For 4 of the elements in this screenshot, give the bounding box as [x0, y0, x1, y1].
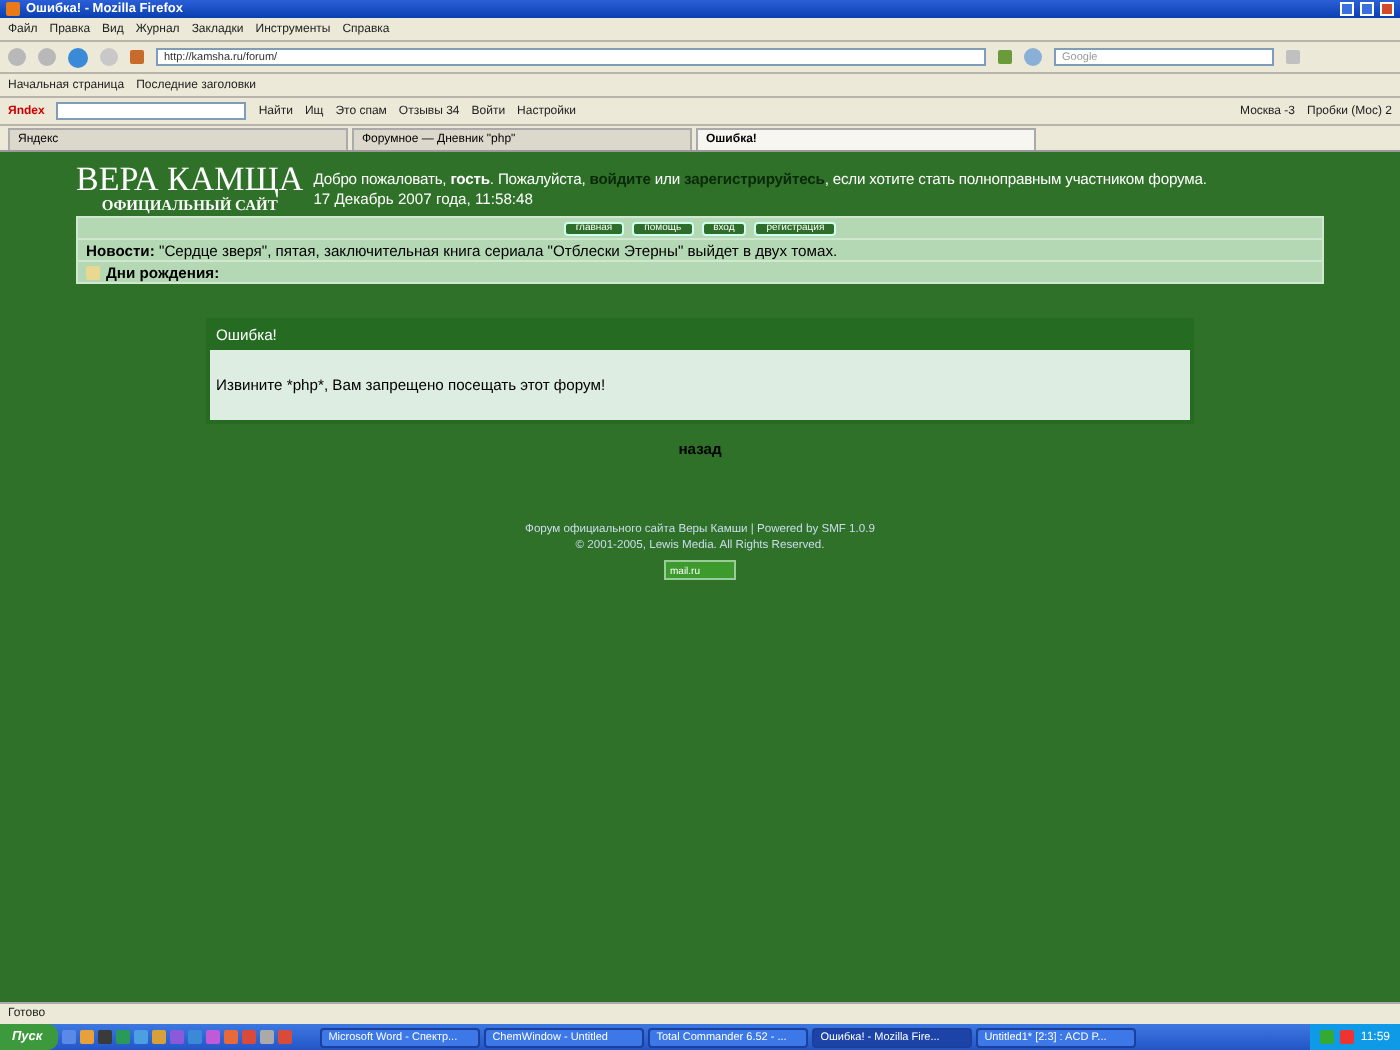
close-button[interactable]: [1380, 2, 1394, 16]
minimize-button[interactable]: [1340, 2, 1354, 16]
maximize-button[interactable]: [1360, 2, 1374, 16]
yandex-search-field[interactable]: [56, 102, 247, 120]
